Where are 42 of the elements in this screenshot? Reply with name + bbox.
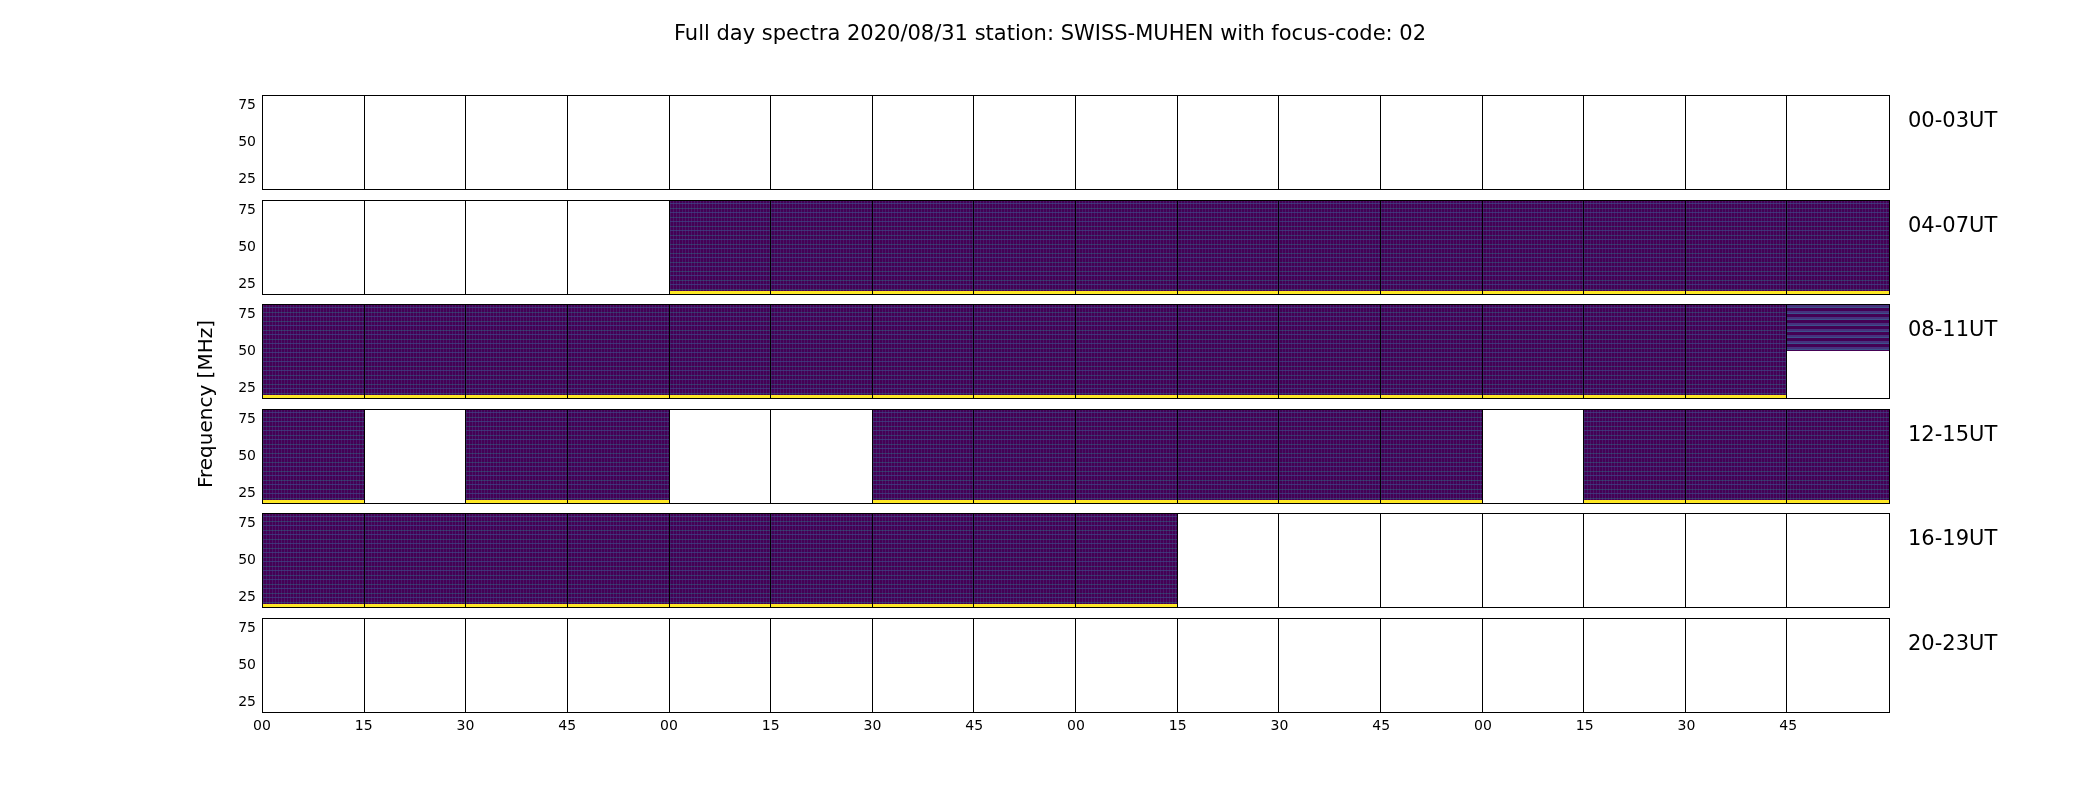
tick-label: 50 xyxy=(238,551,256,567)
tick-label: 50 xyxy=(238,446,256,463)
tick-label: 30 xyxy=(1270,715,1289,735)
tick-label: 25 xyxy=(238,274,256,291)
tick-label: 15 xyxy=(761,715,780,735)
tick-label: 15 xyxy=(1168,715,1187,735)
tick-label: 25 xyxy=(238,692,256,709)
row-label: 08-11UT xyxy=(1907,316,1998,343)
tick-label: 75 xyxy=(238,96,256,112)
tick-label: 30 xyxy=(1677,715,1696,735)
tick-label: 25 xyxy=(238,588,256,604)
row-label: 12-15UT xyxy=(1907,420,1998,448)
tick-label: 15 xyxy=(1575,715,1594,735)
row-label: 16-19UT xyxy=(1907,525,1998,552)
tick-label: 75 xyxy=(238,514,256,530)
tick-label: 30 xyxy=(863,715,882,735)
tick-label: 00 xyxy=(253,715,271,735)
tick-label: 25 xyxy=(238,483,256,500)
tick-label: 50 xyxy=(238,237,256,254)
tick-label: 45 xyxy=(1779,715,1798,735)
tick-label: 00 xyxy=(1474,715,1492,735)
tick-label: 50 xyxy=(238,133,256,149)
figure-title: Full day spectra 2020/08/31 station: SWISS-MUHEN with focus-code: 02 xyxy=(673,20,1427,46)
tick-label: 45 xyxy=(558,715,577,735)
tick-label: 45 xyxy=(965,715,984,735)
tick-label: 50 xyxy=(238,342,256,358)
tick-label: 45 xyxy=(1372,715,1391,735)
tick-label: 75 xyxy=(238,409,256,426)
tick-label: 25 xyxy=(238,379,256,395)
tick-label: 75 xyxy=(238,305,256,321)
tick-label: 75 xyxy=(238,200,256,217)
row-label: 04-07UT xyxy=(1907,211,1998,239)
axis-label: Frequency [MHz] xyxy=(192,319,218,488)
tick-label: 75 xyxy=(238,618,256,635)
tick-label: 15 xyxy=(354,715,373,735)
tick-label: 50 xyxy=(238,655,256,672)
tick-label: 00 xyxy=(660,715,678,735)
tick-label: 30 xyxy=(456,715,475,735)
row-label: 00-03UT xyxy=(1907,107,1998,134)
row-label: 20-23UT xyxy=(1907,629,1998,657)
tick-label: 00 xyxy=(1067,715,1085,735)
tick-label: 25 xyxy=(238,170,256,186)
